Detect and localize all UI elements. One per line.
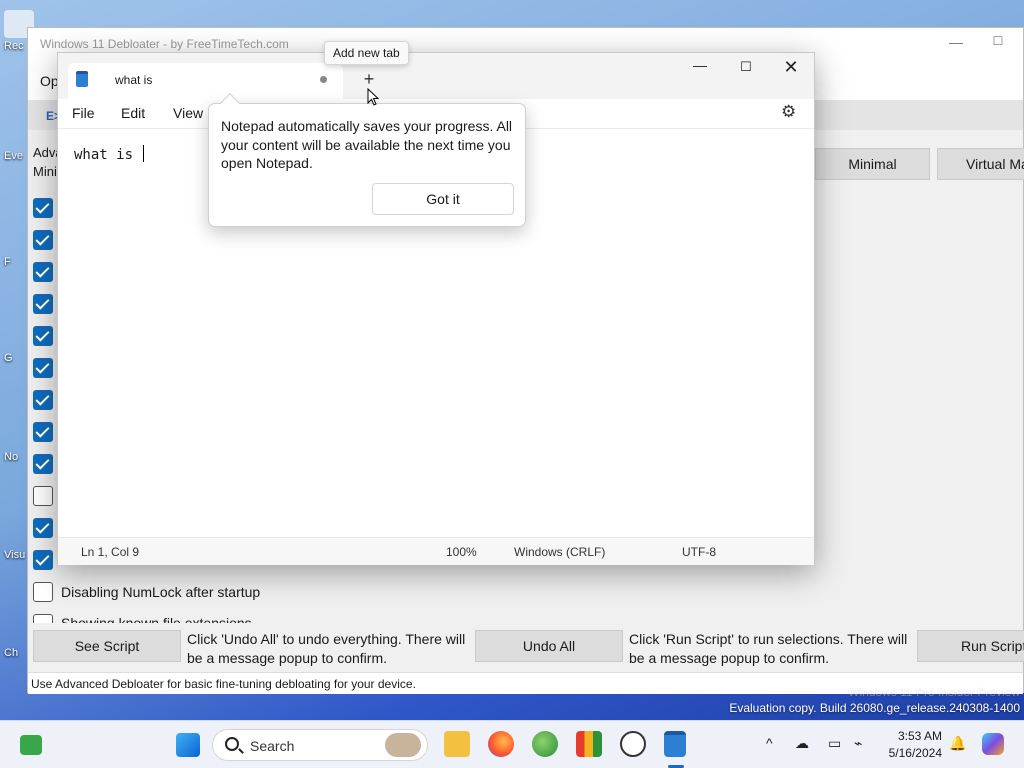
option-checkbox[interactable] xyxy=(33,486,53,506)
run-script-button[interactable]: Run Script xyxy=(917,630,1024,662)
watermark-line1: Windows 11 Pro Insider Preview xyxy=(848,685,1020,699)
encoding[interactable]: UTF-8 xyxy=(682,545,716,559)
numlock-checkbox-label: Disabling NumLock after startup xyxy=(61,584,261,600)
option-checkbox[interactable] xyxy=(33,326,53,346)
option-checkbox[interactable] xyxy=(33,230,53,250)
show-hidden-icons-chevron-icon[interactable]: ^ xyxy=(766,735,773,751)
maximize-icon: ☐ xyxy=(740,59,752,74)
see-script-button[interactable]: See Script xyxy=(33,630,181,662)
widgets-icon[interactable] xyxy=(20,735,42,755)
notepad-taskbar-icon[interactable] xyxy=(664,731,686,757)
notifications-bell-icon[interactable]: 🔔 xyxy=(949,735,966,752)
undo-all-note: Click 'Undo All' to undo everything. The… xyxy=(187,631,466,666)
firefox-icon[interactable] xyxy=(488,731,514,757)
stopwatch-icon[interactable] xyxy=(620,731,646,757)
known-extensions-row: Showing known file extensions xyxy=(28,610,628,623)
notepad-minimize-button[interactable]: — xyxy=(688,57,712,81)
unsaved-dot-icon[interactable] xyxy=(320,76,327,83)
taskbar-search-label: Search xyxy=(250,738,295,754)
desktop-icon-label: G xyxy=(4,352,13,364)
option-checkbox[interactable] xyxy=(33,518,53,538)
clock-date[interactable]: 5/16/2024 xyxy=(880,746,942,760)
desktop-icon-label: Rec xyxy=(4,40,24,52)
zoom-level[interactable]: 100% xyxy=(446,545,477,559)
undo-all-button[interactable]: Undo All xyxy=(475,630,623,662)
network-globe-icon[interactable] xyxy=(532,731,558,757)
close-icon: ✕ xyxy=(783,57,799,77)
menu-edit[interactable]: Edit xyxy=(121,105,145,121)
editor-text: what is xyxy=(74,147,142,163)
add-new-tab-tooltip: Add new tab xyxy=(324,41,409,65)
option-checkbox[interactable] xyxy=(33,550,53,570)
notepad-tab-strip: what is + — ☐ ✕ xyxy=(58,53,814,99)
notepad-tab-title: what is xyxy=(115,73,153,87)
desktop-icon-label: Ch xyxy=(4,647,19,659)
desktop-icon-label: Eve xyxy=(4,150,23,162)
watermark-line2: Evaluation copy. Build 26080.ge_release.… xyxy=(729,701,1020,715)
notepad-status-bar: Ln 1, Col 9 100% Windows (CRLF) UTF-8 xyxy=(58,537,814,565)
mouse-pointer-icon xyxy=(367,88,379,106)
notepad-tab[interactable]: what is xyxy=(68,63,343,99)
desktop-icon-label: F xyxy=(4,256,11,268)
preset-virtual-machine-button[interactable]: Virtual Ma xyxy=(937,148,1024,180)
notepad-close-button[interactable]: ✕ xyxy=(779,57,803,81)
known-extensions-checkbox-label: Showing known file extensions xyxy=(61,615,252,623)
notepad-text-area[interactable]: what is xyxy=(74,145,145,163)
minimize-icon: — xyxy=(693,57,707,73)
known-extensions-checkbox[interactable] xyxy=(33,614,53,623)
network-icon[interactable]: ⌁ xyxy=(854,735,862,752)
line-ending[interactable]: Windows (CRLF) xyxy=(514,545,605,559)
debloater-maximize-button[interactable]: ☐ xyxy=(988,34,1008,54)
taskbar: Search ^ ☁ ▭ ⌁ 3:53 AM 5/16/2024 🔔 xyxy=(0,720,1024,768)
debloater-action-bar: See Script Click 'Undo All' to undo ever… xyxy=(28,628,1024,668)
option-checkbox[interactable] xyxy=(33,358,53,378)
text-caret xyxy=(143,145,145,162)
debloater-menu-options[interactable]: Op xyxy=(40,73,59,89)
file-explorer-icon[interactable] xyxy=(444,731,470,757)
run-script-note: Click 'Run Script' to run selections. Th… xyxy=(629,631,908,666)
search-highlight-icon xyxy=(385,733,421,757)
option-checkbox[interactable] xyxy=(33,454,53,474)
menu-file[interactable]: File xyxy=(72,105,95,121)
mini-label: Mini xyxy=(33,164,57,179)
cloud-offline-icon[interactable]: ☁ xyxy=(795,735,809,752)
desktop-icon-label: No xyxy=(4,451,19,463)
teaching-tip-text: Notepad automatically saves your progres… xyxy=(221,118,513,171)
display-icon[interactable]: ▭ xyxy=(828,735,841,752)
desktop-icon-label: Visu xyxy=(4,549,26,561)
copilot-icon[interactable] xyxy=(982,733,1004,755)
option-checkbox[interactable] xyxy=(33,294,53,314)
preset-minimal-button[interactable]: Minimal xyxy=(815,148,930,180)
plus-icon: + xyxy=(363,69,375,89)
menu-view[interactable]: View xyxy=(173,105,203,121)
numlock-checkbox[interactable] xyxy=(33,582,53,602)
autosave-teaching-tip: Notepad automatically saves your progres… xyxy=(208,93,526,227)
taskbar-search-box[interactable]: Search xyxy=(212,729,428,761)
debloater-minimize-button[interactable]: — xyxy=(946,34,966,54)
debloater-title: Windows 11 Debloater - by FreeTimeTech.c… xyxy=(40,37,289,51)
clock-time[interactable]: 3:53 AM xyxy=(888,729,942,743)
settings-gear-icon[interactable]: ⚙ xyxy=(781,102,801,122)
option-checkbox[interactable] xyxy=(33,390,53,410)
app-icon[interactable] xyxy=(576,731,602,757)
option-checkbox[interactable] xyxy=(33,422,53,442)
notepad-maximize-button[interactable]: ☐ xyxy=(734,59,758,83)
option-checkbox[interactable] xyxy=(33,198,53,218)
got-it-button[interactable]: Got it xyxy=(372,183,514,215)
option-checkbox[interactable] xyxy=(33,262,53,282)
cursor-position: Ln 1, Col 9 xyxy=(81,545,140,559)
start-button[interactable] xyxy=(176,733,200,757)
notepad-icon xyxy=(76,71,88,87)
search-icon xyxy=(225,737,239,751)
